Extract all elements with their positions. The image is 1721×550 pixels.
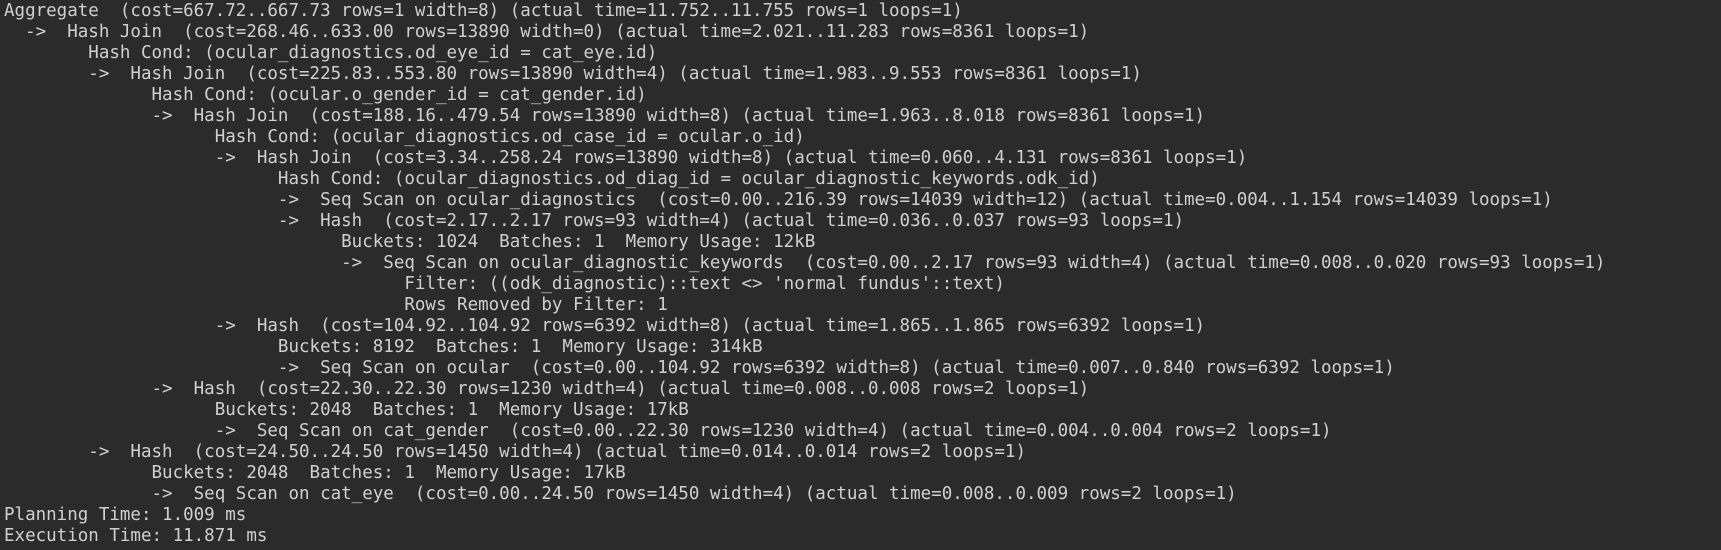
plan-line-hash: -> Hash (cost=2.17..2.17 rows=93 width=4…	[4, 211, 1185, 231]
plan-line-buckets: Buckets: 8192 Batches: 1 Memory Usage: 3…	[4, 337, 763, 357]
plan-line-aggregate: Aggregate (cost=667.72..667.73 rows=1 wi…	[4, 1, 963, 21]
plan-line-hash-join: -> Hash Join (cost=3.34..258.24 rows=138…	[4, 148, 1248, 168]
plan-line-hash-cond: Hash Cond: (ocular.o_gender_id = cat_gen…	[4, 85, 647, 105]
plan-line-seq-scan: -> Seq Scan on cat_gender (cost=0.00..22…	[4, 421, 1332, 441]
plan-line-seq-scan: -> Seq Scan on ocular_diagnostics (cost=…	[4, 190, 1553, 210]
plan-line-hash-cond: Hash Cond: (ocular_diagnostics.od_case_i…	[4, 127, 805, 147]
plan-line-seq-scan: -> Seq Scan on ocular (cost=0.00..104.92…	[4, 358, 1395, 378]
plan-line-buckets: Buckets: 2048 Batches: 1 Memory Usage: 1…	[4, 400, 689, 420]
plan-line-hash-cond: Hash Cond: (ocular_diagnostics.od_diag_i…	[4, 169, 1100, 189]
plan-line-hash: -> Hash (cost=24.50..24.50 rows=1450 wid…	[4, 442, 1026, 462]
terminal-output[interactable]: Aggregate (cost=667.72..667.73 rows=1 wi…	[0, 0, 1721, 550]
plan-line-seq-scan: -> Seq Scan on ocular_diagnostic_keyword…	[4, 253, 1606, 273]
execution-time: Execution Time: 11.871 ms	[4, 526, 268, 546]
plan-line-hash-join: -> Hash Join (cost=268.46..633.00 rows=1…	[4, 22, 1090, 42]
planning-time: Planning Time: 1.009 ms	[4, 505, 247, 525]
plan-line-hash-join: -> Hash Join (cost=225.83..553.80 rows=1…	[4, 64, 1142, 84]
plan-line-filter: Filter: ((odk_diagnostic)::text <> 'norm…	[4, 274, 1005, 294]
plan-line-hash: -> Hash (cost=22.30..22.30 rows=1230 wid…	[4, 379, 1090, 399]
plan-line-buckets: Buckets: 2048 Batches: 1 Memory Usage: 1…	[4, 463, 626, 483]
plan-line-hash-join: -> Hash Join (cost=188.16..479.54 rows=1…	[4, 106, 1206, 126]
plan-line-buckets: Buckets: 1024 Batches: 1 Memory Usage: 1…	[4, 232, 816, 252]
plan-line-seq-scan: -> Seq Scan on cat_eye (cost=0.00..24.50…	[4, 484, 1237, 504]
plan-line-hash-cond: Hash Cond: (ocular_diagnostics.od_eye_id…	[4, 43, 658, 63]
plan-line-hash: -> Hash (cost=104.92..104.92 rows=6392 w…	[4, 316, 1206, 336]
plan-line-rows-removed: Rows Removed by Filter: 1	[4, 295, 668, 315]
